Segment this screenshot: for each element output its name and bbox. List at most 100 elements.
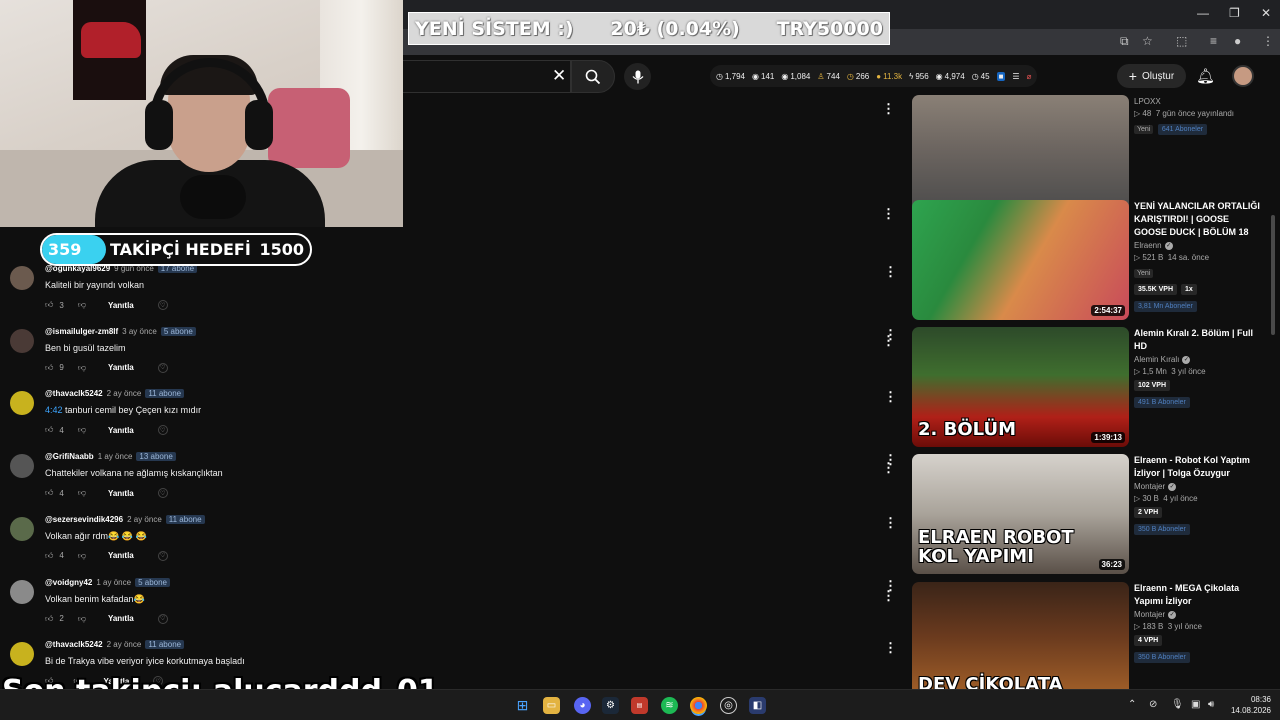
comment-time[interactable]: 2 ay önce [107, 640, 142, 649]
dislike-icon[interactable]: 👎︎ [78, 363, 86, 373]
chrome-icon[interactable] [690, 697, 707, 714]
related-video-item[interactable]: ⋮ 3:24:45 LPOXX ▷ 48 7 gün önce yayınlan… [882, 95, 1272, 217]
dislike-icon[interactable]: 👎︎ [78, 488, 86, 498]
browser-menu-icon[interactable]: ⋮ [1262, 34, 1274, 48]
spotify-icon[interactable]: ≋ [661, 697, 678, 714]
dislike-icon[interactable]: 👎︎ [78, 551, 86, 561]
obs-icon[interactable]: ◎ [720, 697, 737, 714]
discord-icon[interactable]: ◕ [574, 697, 591, 714]
notifications-bell-icon[interactable]: 🔔︎ [1196, 67, 1215, 85]
comment-menu-icon[interactable]: ⋮ [884, 264, 897, 280]
comment-username[interactable]: @GrifiNaabb [45, 452, 94, 461]
stat-item[interactable]: ⌀ [1027, 72, 1032, 81]
comment-username[interactable]: @sezersevindik4296 [45, 515, 123, 524]
video-menu-icon[interactable]: ⋮ [882, 333, 895, 349]
app-icon[interactable]: ◧ [749, 697, 766, 714]
commenter-avatar[interactable] [10, 454, 34, 479]
file-explorer-icon[interactable]: ▭ [543, 697, 560, 714]
video-menu-icon[interactable]: ⋮ [882, 101, 895, 117]
like-icon[interactable]: 👍︎ [45, 363, 53, 373]
video-thumbnail[interactable]: 2:54:37 [912, 200, 1129, 320]
commenter-avatar[interactable] [10, 266, 34, 290]
search-input[interactable] [403, 60, 571, 93]
video-thumbnail[interactable]: ELRAEN ROBOT KOL YAPIMI 36:23 [912, 454, 1129, 574]
comment-username[interactable]: @ismailulger-zm8lf [45, 327, 118, 336]
video-channel[interactable]: Montajer ✓ [1134, 610, 1262, 619]
tray-chevron-icon[interactable]: ⌃ [1128, 699, 1136, 710]
video-menu-icon[interactable]: ⋮ [882, 460, 895, 476]
comment-username[interactable]: @voidgny42 [45, 578, 92, 587]
search-button[interactable] [571, 60, 615, 93]
page-scrollbar[interactable] [1271, 215, 1275, 335]
reply-button[interactable]: Yanıtla [108, 363, 134, 372]
like-icon[interactable]: 👍︎ [45, 551, 53, 561]
like-icon[interactable]: 👍︎ [45, 425, 53, 435]
like-icon[interactable]: 👍︎ [45, 488, 53, 498]
reply-button[interactable]: Yanıtla [108, 426, 134, 435]
network-icon[interactable]: ▣ [1191, 699, 1200, 710]
comment-username[interactable]: @thavaclk5242 [45, 640, 103, 649]
video-thumbnail[interactable]: 3:24:45 [912, 95, 1129, 215]
comment-menu-icon[interactable]: ⋮ [884, 389, 897, 405]
like-icon[interactable]: 👍︎ [45, 300, 53, 310]
stat-item[interactable]: ☰ [1012, 72, 1019, 81]
bookmark-star-icon[interactable]: ☆ [1142, 34, 1153, 48]
video-menu-icon[interactable]: ⋮ [882, 588, 895, 604]
video-thumbnail[interactable]: DEV ÇİKOLATA [912, 582, 1129, 702]
tray-app-icon[interactable]: ⊘ [1149, 699, 1157, 710]
reply-button[interactable]: Yanıtla [108, 489, 134, 498]
dislike-icon[interactable]: 👎︎ [78, 614, 86, 624]
profile-icon[interactable]: ● [1234, 34, 1241, 48]
tray-mic-icon[interactable]: 🎙︎ [1171, 699, 1184, 710]
video-title[interactable]: Alemin Kıralı 2. Bölüm | Full HD [1134, 327, 1262, 353]
volume-icon[interactable]: 🔊︎ [1208, 699, 1214, 710]
steam-icon[interactable]: ⚙ [602, 697, 619, 714]
comment-timestamp-link[interactable]: 4:42 [45, 405, 63, 415]
commenter-avatar[interactable] [10, 328, 34, 353]
video-title[interactable]: Elraenn - MEGA Çikolata Yapımı İzliyor [1134, 582, 1262, 608]
account-avatar[interactable] [1232, 65, 1254, 87]
close-window-icon[interactable]: ✕ [1261, 6, 1271, 20]
video-channel[interactable]: Elraenn ✓ [1134, 241, 1262, 250]
maximize-icon[interactable]: ❐ [1229, 6, 1240, 20]
video-channel[interactable]: Montajer ✓ [1134, 482, 1262, 491]
related-video-item[interactable]: ⋮ 2:54:37 YENİ YALANCILAR ORTALIĞI KARIŞ… [882, 200, 1272, 322]
related-video-item[interactable]: ⋮ DEV ÇİKOLATA Elraenn - MEGA Çikolata Y… [882, 582, 1272, 704]
video-menu-icon[interactable]: ⋮ [882, 206, 895, 222]
video-channel[interactable]: LPOXX [1134, 97, 1262, 106]
commenter-avatar[interactable] [10, 642, 34, 667]
voice-search-button[interactable] [624, 63, 651, 90]
related-video-item[interactable]: ⋮ ELRAEN ROBOT KOL YAPIMI 36:23 Elraenn … [882, 454, 1272, 576]
minimize-icon[interactable]: — [1197, 6, 1209, 20]
start-icon[interactable]: ⊞ [514, 697, 531, 714]
comment-time[interactable]: 2 ay önce [107, 389, 142, 398]
stat-item[interactable]: ■ [996, 71, 1006, 81]
commenter-avatar[interactable] [10, 516, 34, 541]
reply-button[interactable]: Yanıtla [108, 551, 134, 560]
related-video-item[interactable]: ⋮ 2. BÖLÜM 1:39:13 Alemin Kıralı 2. Bölü… [882, 327, 1272, 449]
dislike-icon[interactable]: 👎︎ [78, 425, 86, 435]
reply-button[interactable]: Yanıtla [108, 614, 134, 623]
dislike-icon[interactable]: 👎︎ [78, 300, 86, 310]
video-thumbnail[interactable]: 2. BÖLÜM 1:39:13 [912, 327, 1129, 447]
app-icon[interactable]: ▤ [631, 697, 648, 714]
reply-button[interactable]: Yanıtla [108, 301, 134, 310]
like-icon[interactable]: 👍︎ [45, 614, 53, 624]
clear-search-icon[interactable]: ✕ [552, 66, 566, 86]
comment-username[interactable]: @thavaclk5242 [45, 389, 103, 398]
comment-time[interactable]: 3 ay önce [122, 327, 157, 336]
comment-time[interactable]: 1 ay önce [98, 452, 133, 461]
cast-icon[interactable]: ⧉ [1120, 34, 1129, 49]
commenter-avatar[interactable] [10, 579, 34, 604]
create-button[interactable]: + Oluştur [1117, 64, 1186, 88]
comment-time[interactable]: 1 ay önce [96, 578, 131, 587]
tab-search-icon[interactable]: ≡ [1210, 34, 1217, 48]
video-channel[interactable]: Alemin Kıralı ✓ [1134, 355, 1262, 364]
comment-menu-icon[interactable]: ⋮ [884, 515, 897, 531]
comment-menu-icon[interactable]: ⋮ [884, 640, 897, 656]
comment-time[interactable]: 2 ay önce [127, 515, 162, 524]
video-title[interactable]: YENİ YALANCILAR ORTALIĞI KARIŞTIRDI! | G… [1134, 200, 1262, 239]
system-clock[interactable]: 08:36 14.08.2026 [1227, 694, 1271, 716]
extensions-icon[interactable]: ⬚ [1176, 34, 1187, 48]
video-title[interactable]: Elraenn - Robot Kol Yaptım İzliyor | Tol… [1134, 454, 1262, 480]
